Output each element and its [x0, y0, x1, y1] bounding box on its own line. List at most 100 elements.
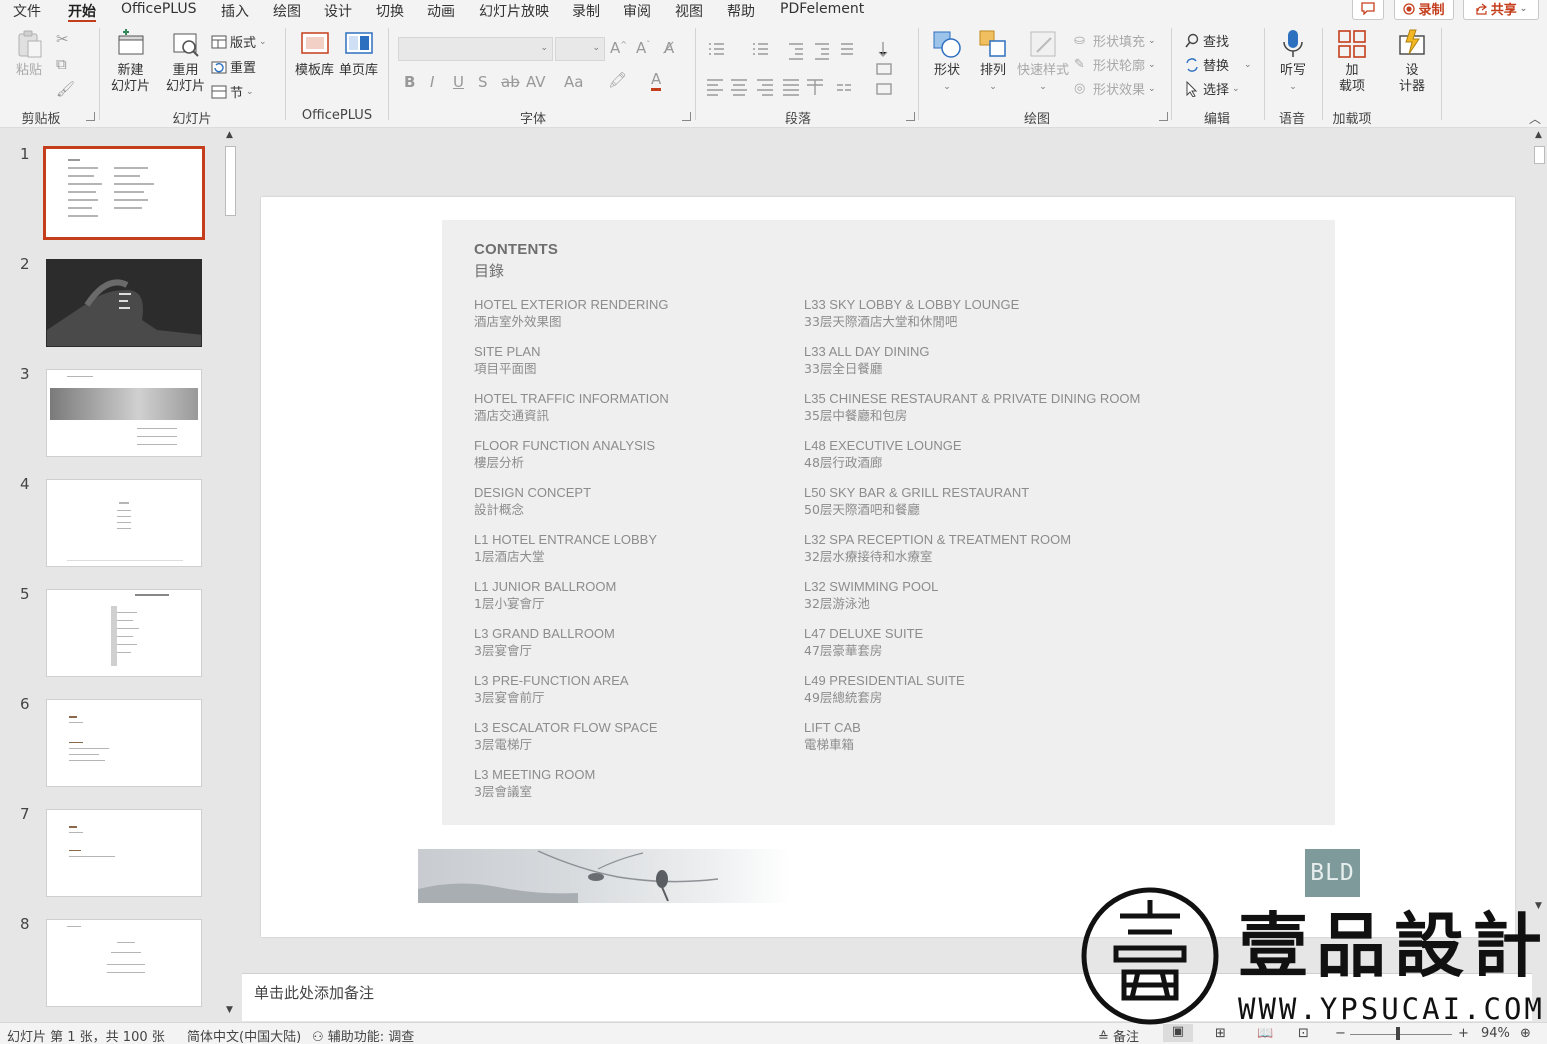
- addins-button[interactable]: 加 载项: [1336, 28, 1368, 95]
- cut-icon[interactable]: ✂: [56, 30, 69, 48]
- zoom-in-icon[interactable]: +: [1458, 1026, 1469, 1041]
- font-family-select[interactable]: ⌄: [398, 37, 553, 61]
- quick-styles-button[interactable]: 快速样式 ⌄: [1017, 28, 1069, 95]
- layout-button[interactable]: 版式 ⌄: [211, 32, 267, 51]
- slide-thumbnail-7[interactable]: [46, 809, 202, 897]
- menu-home[interactable]: 开始: [68, 1, 96, 23]
- shape-effects-button[interactable]: ◎ 形状效果 ⌄: [1074, 79, 1156, 99]
- new-slide-label-1: 新建: [117, 63, 144, 78]
- section-button[interactable]: 节 ⌄: [211, 82, 254, 101]
- canvas-scrollbar[interactable]: ▲ ▼: [1532, 128, 1547, 1021]
- reading-view-icon[interactable]: 📖: [1257, 1026, 1273, 1041]
- shapes-button[interactable]: 形状 ⌄: [931, 28, 963, 95]
- underline-button[interactable]: U: [453, 73, 464, 91]
- zoom-slider-handle[interactable]: [1396, 1027, 1400, 1040]
- notes-pane[interactable]: 单击此处添加备注: [242, 973, 1532, 1021]
- share-button[interactable]: 共享 ⌄: [1463, 0, 1539, 20]
- scroll-up-icon[interactable]: ▲: [1535, 130, 1542, 140]
- slide-thumbnail-2[interactable]: [46, 259, 202, 347]
- select-button[interactable]: 选择 ⌄: [1184, 79, 1240, 98]
- character-spacing-button[interactable]: AV: [526, 73, 546, 91]
- reuse-label-2: 幻灯片: [166, 79, 206, 94]
- shape-fill-label: 形状填充: [1093, 35, 1146, 50]
- menu-animations[interactable]: 动画: [427, 1, 455, 21]
- highlight-icon[interactable]: 🖍: [608, 71, 627, 89]
- fit-to-window-icon[interactable]: ⊕: [1520, 1026, 1531, 1041]
- menu-design[interactable]: 设计: [324, 1, 352, 21]
- paragraph-tools[interactable]: [705, 40, 905, 98]
- thumbnail-scroll-thumb[interactable]: [225, 146, 236, 216]
- accessibility-status[interactable]: ⚇ 辅助功能: 调查: [312, 1026, 414, 1044]
- dictate-button[interactable]: 听写 ⌄: [1277, 28, 1309, 95]
- zoom-slider[interactable]: [1350, 1034, 1452, 1035]
- addins-label-1: 加: [1345, 63, 1359, 78]
- font-launcher-icon[interactable]: [682, 112, 691, 121]
- thumbnail-number: 5: [20, 585, 30, 603]
- single-page-library-button[interactable]: 单页库: [339, 28, 378, 79]
- slide-thumbnail-1[interactable]: [43, 146, 205, 240]
- paste-button[interactable]: 粘贴: [13, 28, 45, 79]
- reuse-slides-button[interactable]: 重用 幻灯片: [166, 28, 205, 95]
- menu-insert[interactable]: 插入: [221, 1, 249, 21]
- designer-button[interactable]: 设 计器: [1396, 28, 1428, 95]
- template-library-button[interactable]: 模板库: [295, 28, 334, 79]
- strikethrough-button[interactable]: ab: [501, 73, 520, 91]
- slide-thumbnail-6[interactable]: [46, 699, 202, 787]
- record-button[interactable]: 录制: [1394, 0, 1454, 20]
- language-indicator[interactable]: 简体中文(中国大陆): [187, 1026, 301, 1044]
- menu-draw[interactable]: 绘图: [273, 1, 301, 21]
- slide-thumbnail-3[interactable]: [46, 369, 202, 457]
- accessibility-icon: ⚇: [312, 1030, 324, 1044]
- text-shadow-button[interactable]: S: [478, 73, 488, 91]
- thumbnail-scrollbar[interactable]: ▲ ▼: [222, 128, 240, 1021]
- paragraph-launcher-icon[interactable]: [906, 112, 915, 121]
- scroll-down-icon[interactable]: ▼: [1535, 901, 1542, 911]
- reset-button[interactable]: 重置: [211, 57, 256, 76]
- comments-button[interactable]: [1352, 0, 1384, 20]
- zoom-out-icon[interactable]: −: [1335, 1026, 1346, 1041]
- scroll-down-icon[interactable]: ▼: [226, 1005, 233, 1015]
- collapse-ribbon-icon[interactable]: ︿: [1529, 110, 1541, 127]
- menu-transitions[interactable]: 切换: [376, 1, 404, 21]
- change-case-button[interactable]: Aa: [564, 73, 583, 91]
- notes-toggle-button[interactable]: ≙ 备注: [1098, 1026, 1139, 1044]
- menu-help[interactable]: 帮助: [727, 1, 755, 21]
- arrange-button[interactable]: 排列 ⌄: [977, 28, 1009, 95]
- replace-button[interactable]: 替换 ⌄: [1184, 55, 1252, 74]
- canvas-scroll-thumb[interactable]: [1534, 146, 1545, 164]
- menu-pdfelement[interactable]: PDFelement: [780, 1, 864, 17]
- shape-outline-button[interactable]: ✎ 形状轮廓 ⌄: [1074, 55, 1156, 75]
- zoom-level[interactable]: 94%: [1481, 1026, 1510, 1041]
- font-color-button[interactable]: A: [651, 71, 662, 91]
- decrease-font-icon[interactable]: Aˇ: [636, 39, 650, 57]
- clear-formatting-icon[interactable]: A̸: [664, 39, 674, 57]
- menu-file[interactable]: 文件: [13, 1, 41, 21]
- menu-slideshow[interactable]: 幻灯片放映: [479, 1, 549, 21]
- slide-sorter-icon[interactable]: ⊞: [1215, 1026, 1226, 1041]
- format-painter-icon[interactable]: 🖌: [56, 80, 75, 98]
- slide-thumbnail-8[interactable]: [46, 919, 202, 1007]
- normal-view-icon[interactable]: ▣: [1163, 1024, 1193, 1042]
- slide-thumbnail-5[interactable]: [46, 589, 202, 677]
- copy-icon[interactable]: ⧉: [56, 55, 67, 73]
- font-size-select[interactable]: ⌄: [555, 37, 605, 61]
- drawing-launcher-icon[interactable]: [1159, 112, 1168, 121]
- menu-record[interactable]: 录制: [572, 1, 600, 21]
- slideshow-view-icon[interactable]: ⊡: [1298, 1026, 1309, 1041]
- increase-font-icon[interactable]: A^: [610, 39, 627, 57]
- scroll-up-icon[interactable]: ▲: [226, 130, 233, 140]
- slide-thumbnail-4[interactable]: [46, 479, 202, 567]
- toc-item: LIFT CAB 電梯車箱: [804, 720, 861, 752]
- toc-item: L47 DELUXE SUITE 47层豪華套房: [804, 626, 924, 658]
- bold-button[interactable]: B: [404, 73, 415, 91]
- menu-review[interactable]: 审阅: [623, 1, 651, 21]
- menu-officeplus[interactable]: OfficePLUS: [121, 1, 197, 17]
- menu-view[interactable]: 视图: [675, 1, 703, 21]
- slide-1[interactable]: CONTENTS 目錄 HOTEL EXTERIOR RENDERING 酒店室外…: [261, 197, 1515, 937]
- clipboard-launcher-icon[interactable]: [86, 112, 95, 121]
- new-slide-button[interactable]: 新建 幻灯片: [111, 28, 150, 95]
- shape-fill-button[interactable]: ⛀ 形状填充 ⌄: [1074, 31, 1156, 51]
- find-button[interactable]: 查找: [1184, 31, 1229, 50]
- italic-button[interactable]: I: [430, 73, 434, 91]
- notes-placeholder[interactable]: 单击此处添加备注: [254, 982, 374, 1003]
